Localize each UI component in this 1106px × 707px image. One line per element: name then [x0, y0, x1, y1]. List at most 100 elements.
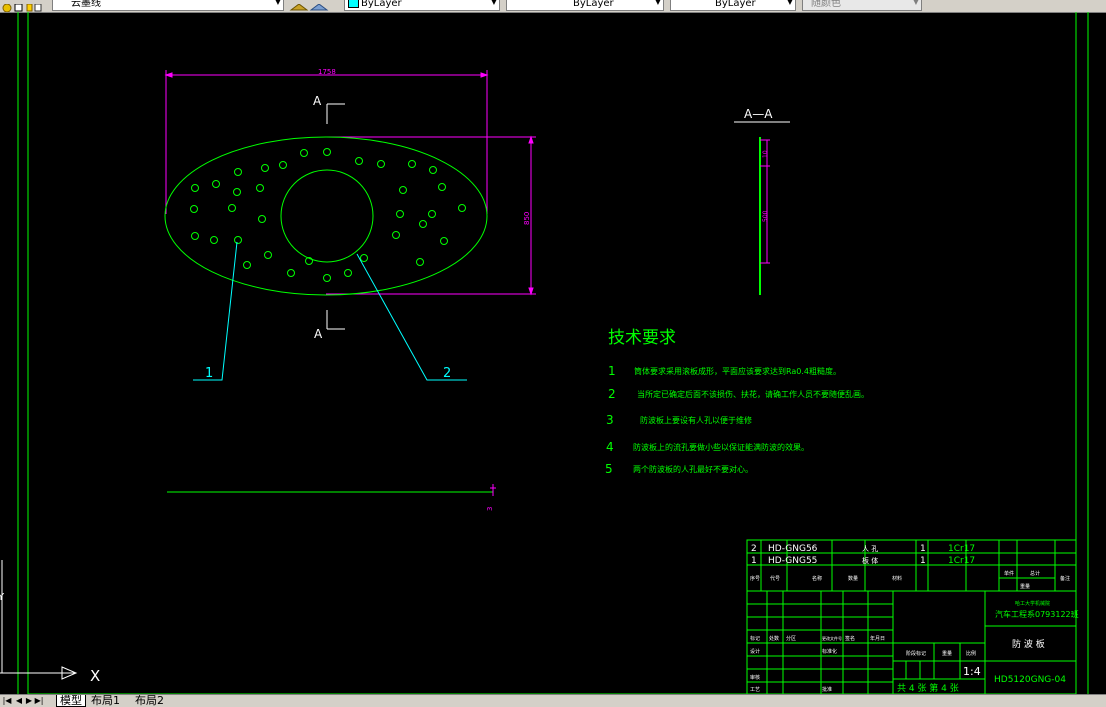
tech-requirements-list: 1 筒体要求采用滚板成形，平面应该要求达到Ra0.4粗糙度。 2 当所定已确定后…	[605, 364, 869, 476]
layer-state-icon[interactable]	[2, 0, 42, 12]
tech-req-text: 当所定已确定后面不该损伤、扶花，请确工作人员不要随便乱画。	[637, 389, 869, 399]
chevron-down-icon: ▼	[490, 0, 497, 6]
tech-req-num: 5	[605, 462, 613, 476]
color-value: ByLayer	[361, 0, 402, 9]
thickness-dimension	[490, 484, 496, 496]
layer-dropdown[interactable]: 云墨线 ▼	[52, 0, 284, 11]
next-tab-icon[interactable]: ▶	[24, 696, 34, 706]
part-material: 1Cr17	[948, 544, 975, 554]
chevron-down-icon: ▼	[786, 0, 793, 6]
row-label-review: 审核	[750, 674, 760, 681]
layout-tab-bar: |◀ ◀ ▶ ▶| 模型 布局1 布局2	[0, 694, 1106, 707]
drawing-frame	[17, 12, 1089, 694]
weight-label: 重量	[942, 650, 952, 657]
row-label-doc: 更改文件号	[822, 635, 842, 641]
leader-lines	[193, 241, 467, 381]
lineweight-dropdown[interactable]: ByLayer ▼	[670, 0, 796, 11]
student-class: 汽车工程系0793122班	[995, 609, 1079, 619]
tech-req-num: 2	[608, 387, 616, 401]
section-mark-bottom	[326, 310, 345, 330]
prev-tab-icon[interactable]: ◀	[14, 696, 24, 706]
row-label-zone: 分区	[786, 635, 796, 642]
row-label-craft: 工艺	[750, 687, 760, 693]
ucs-icon	[0, 560, 78, 680]
header-unit-weight: 单件	[1004, 570, 1014, 577]
color-swatch	[348, 0, 359, 8]
header-no: 序号	[750, 575, 760, 582]
row-label-date: 年月日	[870, 635, 885, 642]
sheet-info: 共 4 张 第 4 张	[897, 682, 959, 694]
drawing-name: 防 波 板	[1012, 638, 1045, 650]
tech-req-text: 防波板上的流孔要做小些以保证能满防波的效果。	[633, 442, 809, 452]
header-weight: 重量	[1020, 583, 1030, 590]
thickness-dimension-text: 3	[486, 507, 494, 511]
leader-label-1: 1	[205, 366, 213, 381]
school-name: 哈工大学机械院	[1015, 600, 1050, 607]
tab-layout2[interactable]: 布局2	[132, 695, 167, 707]
lineweight-value: ByLayer	[715, 0, 756, 9]
header-code: 代号	[770, 575, 780, 582]
row-label-design: 设计	[750, 648, 760, 655]
row-label-sign: 签名	[845, 635, 855, 642]
scale-value: 1:4	[963, 665, 981, 678]
section-label-top: A	[313, 94, 322, 108]
section-dim-2: 500	[762, 210, 769, 222]
drawing-number: HD5120GNG-04	[994, 675, 1066, 685]
tech-requirements-title: 技术要求	[608, 328, 676, 348]
plotstyle-dropdown[interactable]: 随颜色 ▼	[802, 0, 922, 11]
stage-label: 阶段标记	[906, 650, 926, 657]
baffle-plate-outline	[164, 136, 488, 296]
height-dimension-text: 850	[523, 212, 531, 225]
part-no: 1	[751, 556, 757, 566]
part-material: 1Cr17	[948, 556, 975, 566]
header-material: 材料	[892, 575, 902, 582]
section-dim-1: 10	[762, 150, 769, 158]
tech-req-num: 1	[608, 364, 616, 378]
section-mark-top	[326, 103, 345, 124]
row-label-approve: 批准	[822, 686, 832, 693]
chevron-down-icon: ▼	[274, 0, 281, 6]
first-tab-icon[interactable]: |◀	[2, 696, 12, 706]
plotstyle-value: 随颜色	[811, 0, 841, 9]
part-no: 2	[751, 544, 757, 554]
layer-manager-icon[interactable]	[289, 0, 329, 11]
ucs-x-label: X	[90, 667, 100, 685]
width-dimension-text: 1758	[318, 68, 336, 76]
tech-req-text: 防波板上要设有人孔以便于维修	[640, 415, 752, 425]
manhole-circle	[280, 169, 374, 263]
last-tab-icon[interactable]: ▶|	[34, 696, 44, 706]
width-dimension	[164, 70, 489, 214]
header-note: 备注	[1060, 575, 1070, 582]
row-label-mark: 标记	[750, 635, 760, 642]
part-code: HD-GNG56	[768, 544, 818, 554]
header-name: 名称	[812, 575, 822, 582]
linetype-value: ByLayer	[573, 0, 614, 9]
part-code: HD-GNG55	[768, 556, 817, 566]
tech-req-num: 4	[606, 440, 614, 454]
part-qty: 1	[920, 544, 926, 554]
tech-req-text: 两个防波板的人孔最好不要对心。	[633, 464, 753, 474]
row-label-std: 标准化	[822, 648, 837, 655]
header-qty: 数量	[848, 575, 858, 582]
linetype-dropdown[interactable]: ByLayer ▼	[506, 0, 664, 11]
color-dropdown[interactable]: ByLayer ▼	[344, 0, 500, 11]
scale-label: 比例	[966, 650, 976, 657]
tech-req-num: 3	[606, 413, 614, 427]
drawing-canvas[interactable]: 1758 850 A A 1 2 A—A 10 500 3 技术要求 1 筒体要…	[0, 12, 1106, 694]
header-total-weight: 总计	[1030, 570, 1040, 577]
part-name: 人 孔	[862, 545, 878, 553]
tab-layout1[interactable]: 布局1	[88, 695, 123, 707]
title-block-text: 2 HD-GNG56 人 孔 1 1Cr17 1 HD-GNG55 板 体 1 …	[750, 544, 1079, 694]
row-label-count: 处数	[769, 635, 779, 642]
section-view-title: A—A	[744, 107, 773, 121]
part-name: 板 体	[862, 556, 878, 565]
part-qty: 1	[920, 556, 926, 566]
leader-label-2: 2	[443, 366, 451, 381]
tab-model[interactable]: 模型	[56, 695, 86, 707]
height-dimension	[326, 135, 536, 296]
ucs-y-label: Y	[0, 592, 5, 603]
chevron-down-icon: ▼	[912, 0, 919, 6]
tech-req-text: 筒体要求采用滚板成形，平面应该要求达到Ra0.4粗糙度。	[634, 366, 841, 376]
chevron-down-icon: ▼	[654, 0, 661, 6]
layer-name: 云墨线	[71, 0, 101, 9]
